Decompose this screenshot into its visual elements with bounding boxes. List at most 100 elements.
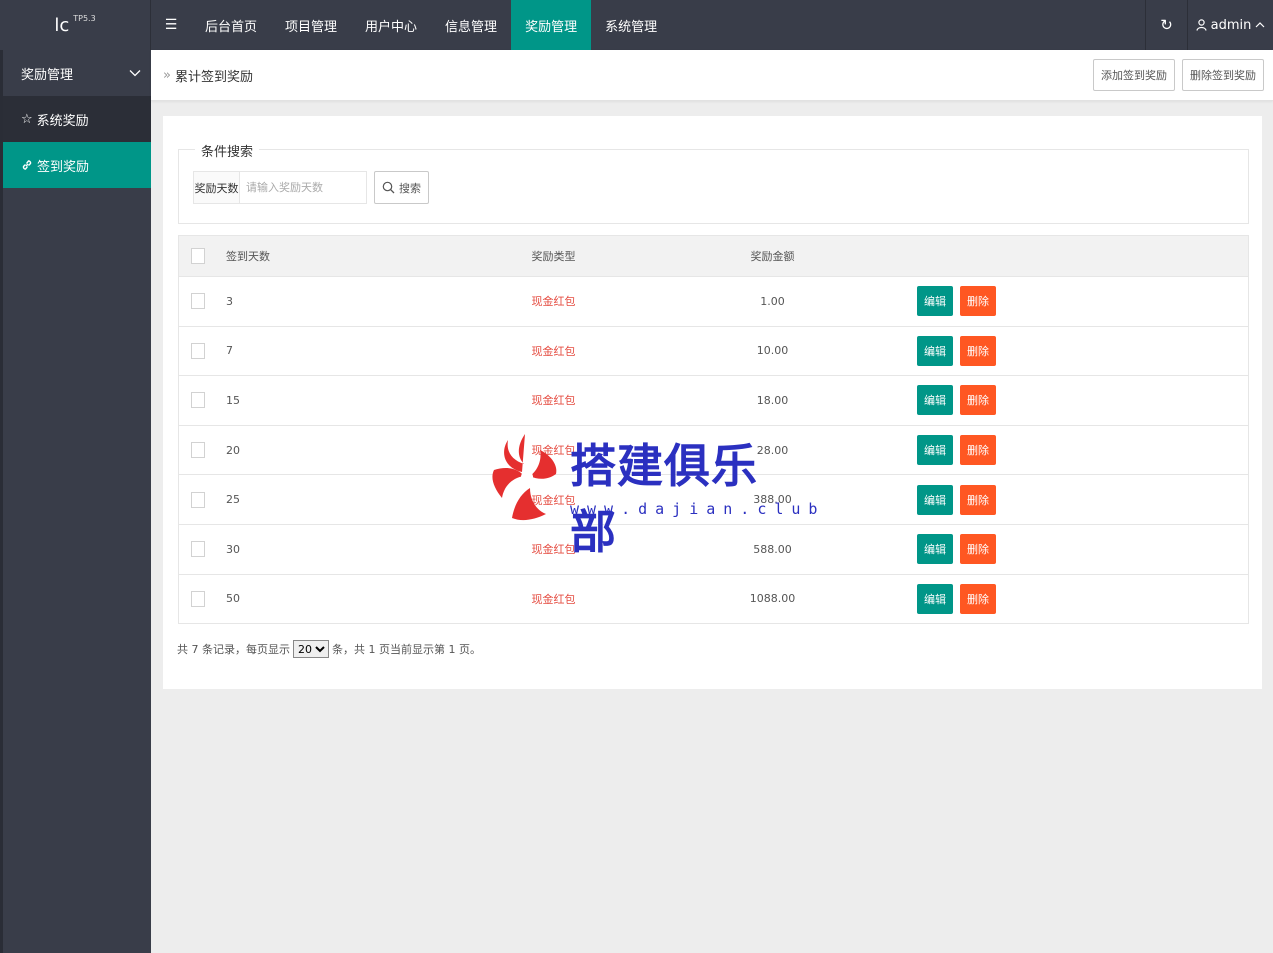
refresh-button[interactable]: ↻ — [1145, 0, 1187, 50]
table-row: 7 现金红包 10.00 编辑 删除 — [179, 325, 1248, 376]
main-nav: 后台首页 项目管理 用户中心 信息管理 奖励管理 系统管理 — [191, 0, 671, 50]
pagination-suffix: 条，共 1 页当前显示第 1 页。 — [332, 643, 481, 656]
row-checkbox[interactable] — [191, 442, 205, 459]
cell-days: 15 — [226, 393, 240, 407]
edit-button[interactable]: 编辑 — [917, 534, 953, 565]
delete-button[interactable]: 删除 — [960, 385, 996, 416]
delete-signin-reward-button[interactable]: 删除签到奖励 — [1182, 59, 1264, 91]
page-size-select[interactable]: 20 — [293, 640, 329, 658]
page-title: 累计签到奖励 — [174, 69, 253, 85]
edit-button[interactable]: 编辑 — [917, 484, 953, 515]
row-checkbox[interactable] — [191, 342, 205, 359]
reward-days-input[interactable] — [239, 171, 367, 204]
header-days: 签到天数 — [226, 250, 270, 263]
cell-type: 现金红包 — [531, 444, 576, 458]
logo-version: TP5.3 — [73, 13, 96, 23]
user-name: admin — [1210, 17, 1252, 33]
pagination-prefix: 共 7 条记录，每页显示 — [177, 643, 290, 656]
cell-days: 30 — [226, 542, 240, 556]
hamburger-icon: ☰ — [164, 17, 178, 33]
delete-button[interactable]: 删除 — [960, 484, 996, 515]
cell-type: 现金红包 — [531, 344, 576, 358]
app-logo[interactable]: lc TP5.3 — [0, 0, 151, 50]
sidebar: 奖励管理 ☆ 系统奖励 签到奖励 — [0, 50, 151, 953]
delete-button[interactable]: 删除 — [960, 435, 996, 466]
chevron-up-icon — [1255, 22, 1265, 28]
table-row: 50 现金红包 1088.00 编辑 删除 — [179, 573, 1248, 624]
cell-days: 50 — [226, 592, 240, 606]
sidebar-item-system-reward[interactable]: ☆ 系统奖励 — [3, 96, 151, 142]
row-checkbox[interactable] — [191, 541, 205, 558]
nav-item-info[interactable]: 信息管理 — [431, 0, 511, 50]
cell-days: 3 — [226, 294, 233, 308]
sidebar-group-label: 奖励管理 — [21, 67, 74, 83]
cell-amount: 1.00 — [760, 294, 785, 308]
cell-type: 现金红包 — [531, 493, 576, 507]
chevron-down-icon — [129, 70, 141, 77]
nav-item-home[interactable]: 后台首页 — [191, 0, 271, 50]
search-button-label: 搜索 — [399, 181, 421, 195]
cell-days: 7 — [226, 344, 233, 358]
table-row: 30 现金红包 588.00 编辑 删除 — [179, 523, 1248, 574]
search-icon — [382, 181, 395, 194]
delete-button[interactable]: 删除 — [960, 583, 996, 614]
menu-toggle-button[interactable]: ☰ — [151, 0, 191, 50]
header-actions: 添加签到奖励 删除签到奖励 — [1093, 59, 1264, 91]
table-row: 15 现金红包 18.00 编辑 删除 — [179, 375, 1248, 425]
edit-button[interactable]: 编辑 — [917, 583, 953, 614]
top-right-tools: ↻ admin — [1145, 0, 1273, 50]
row-checkbox[interactable] — [191, 590, 205, 607]
link-icon — [22, 160, 32, 170]
header-type: 奖励类型 — [531, 250, 576, 263]
cell-amount: 1088.00 — [749, 592, 796, 606]
double-chevron-right-icon: » — [163, 67, 171, 83]
row-checkbox[interactable] — [191, 293, 205, 310]
delete-button[interactable]: 删除 — [960, 534, 996, 565]
star-icon: ☆ — [21, 111, 33, 127]
edit-button[interactable]: 编辑 — [917, 435, 953, 466]
nav-item-users[interactable]: 用户中心 — [351, 0, 431, 50]
table-row: 20 现金红包 28.00 编辑 删除 — [179, 424, 1248, 475]
page-header: » 累计签到奖励 添加签到奖励 删除签到奖励 — [151, 50, 1273, 101]
sidebar-group-rewards[interactable]: 奖励管理 — [3, 50, 151, 96]
cell-type: 现金红包 — [531, 394, 576, 408]
breadcrumb: » 累计签到奖励 — [163, 66, 253, 85]
nav-item-system[interactable]: 系统管理 — [591, 0, 671, 50]
edit-button[interactable]: 编辑 — [917, 385, 953, 416]
delete-button[interactable]: 删除 — [960, 335, 996, 366]
cell-type: 现金红包 — [531, 592, 576, 606]
logo-text: lc — [54, 14, 70, 36]
sidebar-item-signin-reward[interactable]: 签到奖励 — [3, 142, 151, 188]
refresh-icon: ↻ — [1160, 16, 1173, 34]
table-row: 3 现金红包 1.00 编辑 删除 — [179, 276, 1248, 326]
add-signin-reward-button[interactable]: 添加签到奖励 — [1093, 59, 1175, 91]
search-button[interactable]: 搜索 — [374, 171, 429, 204]
cell-type: 现金红包 — [531, 295, 576, 309]
table-row: 25 现金红包 388.00 编辑 删除 — [179, 474, 1248, 524]
content-card: 条件搜索 奖励天数 搜索 签到天数 奖励类型 奖励金额 3 现金红包 1.00 … — [163, 116, 1262, 689]
delete-button[interactable]: 删除 — [960, 286, 996, 317]
table-header: 签到天数 奖励类型 奖励金额 — [179, 236, 1248, 276]
select-all-checkbox[interactable] — [191, 248, 205, 264]
header-amount: 奖励金额 — [750, 250, 795, 263]
nav-item-rewards[interactable]: 奖励管理 — [511, 0, 592, 50]
row-checkbox[interactable] — [191, 491, 205, 508]
cell-amount: 388.00 — [753, 493, 792, 507]
cell-days: 25 — [226, 493, 240, 507]
reward-table: 签到天数 奖励类型 奖励金额 3 现金红包 1.00 编辑 删除 7 现金红包 1… — [178, 235, 1249, 625]
sidebar-item-label: 系统奖励 — [36, 113, 89, 129]
cell-amount: 588.00 — [753, 542, 792, 556]
top-navbar: lc TP5.3 ☰ 后台首页 项目管理 用户中心 信息管理 奖励管理 系统管理… — [0, 0, 1273, 50]
edit-button[interactable]: 编辑 — [917, 335, 953, 366]
row-checkbox[interactable] — [191, 392, 205, 409]
nav-item-projects[interactable]: 项目管理 — [271, 0, 351, 50]
search-legend: 条件搜索 — [195, 141, 260, 160]
cell-days: 20 — [226, 443, 240, 457]
cell-type: 现金红包 — [531, 543, 576, 557]
user-icon — [1196, 19, 1207, 31]
user-menu[interactable]: admin — [1187, 0, 1273, 50]
pagination: 共 7 条记录，每页显示 20 条，共 1 页当前显示第 1 页。 — [177, 640, 481, 658]
edit-button[interactable]: 编辑 — [917, 286, 953, 317]
cell-amount: 10.00 — [756, 344, 789, 358]
sidebar-item-label: 签到奖励 — [37, 159, 90, 175]
